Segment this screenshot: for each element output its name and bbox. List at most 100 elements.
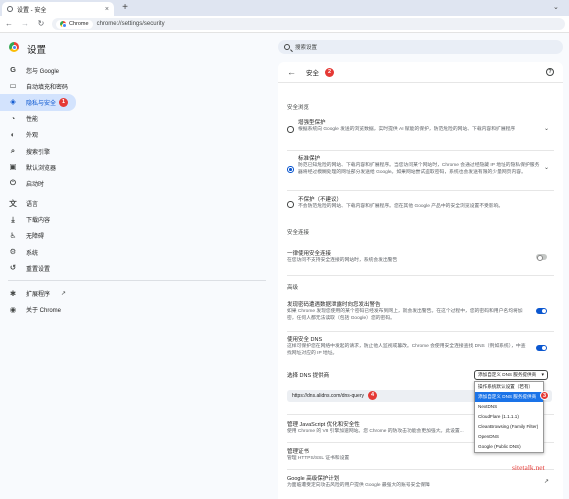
divider: [287, 331, 554, 332]
back-arrow-icon[interactable]: ←: [287, 67, 296, 77]
option-standard-protection[interactable]: 标准保护 防范已知危险的网站、下载内容和扩展程序。当您访问某个网站时，Chrom…: [278, 154, 563, 186]
security-settings-card: ← 安全 2 ? 安全浏览 增强型保护 根据系统向 Google 发送的浏览数据…: [278, 62, 563, 499]
sidebar-item-privacy-security[interactable]: ◈ 隐私与安全 1: [0, 94, 76, 111]
card-title: 安全: [306, 70, 319, 77]
translate-icon: 文: [9, 198, 17, 208]
sidebar-item-label: 搜索引擎: [26, 149, 51, 156]
reload-icon[interactable]: ↻: [36, 19, 46, 29]
tab-title: 设置 - 安全: [17, 7, 47, 14]
dns-option-cloudflare[interactable]: CloudFlare (1.1.1.1): [475, 412, 543, 422]
sidebar-item-label: 无障碍: [26, 234, 45, 241]
sidebar-item-appearance[interactable]: ◐ 外观: [0, 127, 76, 143]
dns-option-opendns[interactable]: OpenDNS: [475, 432, 543, 442]
dns-option-custom[interactable]: 添加自定义 DNS 服务提供商: [475, 392, 543, 402]
speedometer-icon: ◔: [10, 113, 16, 123]
sidebar-item-label: 性能: [26, 117, 39, 124]
secure-dns-title: 使用安全 DNS: [287, 337, 323, 343]
search-placeholder: 搜索设置: [295, 45, 318, 51]
sidebar-item-default-browser[interactable]: ▣ 默认浏览器: [0, 159, 76, 175]
sidebar-item-languages[interactable]: 文 语言: [0, 196, 76, 212]
password-leak-toggle[interactable]: [536, 308, 547, 314]
advanced-protection-desc: 为面临遭受定向攻击风险的用户提供 Google 最强大的账号安全保障: [287, 483, 430, 488]
sidebar-item-you-and-google[interactable]: G 您与 Google: [0, 62, 76, 78]
help-icon[interactable]: ?: [546, 68, 554, 76]
sidebar-item-about-chrome[interactable]: ◉ 关于 Chrome: [0, 302, 76, 318]
site-chip[interactable]: Chrome: [56, 19, 93, 29]
sidebar-item-downloads[interactable]: ⤓ 下载内容: [0, 212, 76, 228]
divider: [287, 150, 554, 151]
setting-always-secure[interactable]: 一律使用安全连接 在您访问不支持安全连接的网站时，系统会发出警告: [278, 249, 563, 267]
tab-settings-security[interactable]: 设置 - 安全 ×: [2, 2, 114, 16]
address-bar[interactable]: Chrome chrome://settings/security: [52, 18, 565, 30]
section-safe-browsing: 安全浏览: [287, 105, 310, 111]
external-link-icon: ↗: [61, 291, 67, 298]
certificates-desc: 管理 HTTPS/SSL 证书和设置: [287, 456, 350, 461]
browser-toolbar: ← → ↻ Chrome chrome://settings/security: [0, 16, 569, 33]
divider: [287, 275, 554, 276]
new-tab-button[interactable]: +: [119, 2, 131, 14]
sidebar-item-reset[interactable]: ↺ 重置设置: [0, 260, 76, 276]
annotation-badge-4: 4: [368, 391, 377, 400]
setting-secure-dns[interactable]: 使用安全 DNS 这样可保护您在网络中发起的请求，防止他人监视或篡改。Chrom…: [278, 335, 563, 361]
dns-option-google[interactable]: Google (Public DNS): [475, 442, 543, 452]
none-title: 不保护（不建议）: [298, 197, 343, 203]
dns-provider-select[interactable]: 添加自定义 DNS 服务提供商 ▾: [474, 370, 548, 380]
sidebar-item-label: 语言: [26, 202, 39, 209]
chrome-icon: ◉: [9, 304, 17, 314]
reset-icon: ↺: [9, 263, 17, 273]
puzzle-icon: ✱: [9, 288, 17, 298]
dns-option-cleanbrowsing[interactable]: CleanBrowsing (Family Filter): [475, 422, 543, 432]
setting-advanced-protection[interactable]: Google 高级保护计划 为面临遭受定向攻击风险的用户提供 Google 最强…: [278, 474, 563, 492]
wrench-icon: ⚙: [9, 247, 17, 257]
chevron-down-icon: ▾: [541, 372, 544, 378]
annotation-badge-1: 1: [59, 97, 68, 107]
accessibility-icon: ♿: [9, 230, 17, 240]
advanced-protection-title: Google 高级保护计划: [287, 476, 340, 482]
secure-dns-toggle[interactable]: [536, 345, 547, 351]
page-title: 设置: [27, 45, 47, 56]
section-secure-connections: 安全连接: [287, 230, 310, 236]
power-icon: ⏻: [10, 178, 16, 188]
sidebar: G 您与 Google ▭ 自动填充和密码 ◈ 隐私与安全 1 ◔ 性能 ◐ 外…: [0, 62, 270, 318]
url-text[interactable]: chrome://settings/security: [97, 21, 165, 27]
chevron-down-icon[interactable]: ⌄: [553, 3, 559, 11]
sidebar-item-extensions[interactable]: ✱ 扩展程序 ↗: [0, 285, 76, 301]
secure-dns-desc: 这样可保护您在网络中发起的请求，防止他人监视或篡改。Chrome 会使用安全连接…: [287, 344, 526, 356]
option-enhanced-protection[interactable]: 增强型保护 根据系统向 Google 发送的浏览数据，实时提供 AI 赋能的保护…: [278, 118, 563, 142]
back-icon[interactable]: ←: [4, 19, 14, 29]
dns-provider-dropdown: 操作系统默认设置（若有） 添加自定义 DNS 服务提供商 NextDNS Clo…: [474, 381, 544, 453]
search-input[interactable]: 搜索设置: [278, 40, 563, 54]
standard-desc: 防范已知危险的网站、下载内容和扩展程序。当您访问某个网站时，Chrome 会通过…: [298, 163, 540, 175]
sidebar-item-autofill[interactable]: ▭ 自动填充和密码: [0, 78, 76, 94]
sidebar-item-search-engine[interactable]: ⌕ 搜索引擎: [0, 143, 76, 159]
radio-no-protection[interactable]: [287, 201, 294, 208]
option-no-protection[interactable]: 不保护（不建议） 不会防范危险的网站、下载内容和扩展程序。您在其他 Google…: [278, 195, 563, 215]
sidebar-item-on-startup[interactable]: ⏻ 启动时: [0, 175, 76, 191]
dns-option-os-default[interactable]: 操作系统默认设置（若有）: [475, 382, 543, 392]
https-first-toggle[interactable]: [536, 254, 547, 261]
custom-dns-value: https://dns.alidns.com/dns-query: [292, 393, 364, 399]
sidebar-item-performance[interactable]: ◔ 性能: [0, 111, 76, 127]
dns-provider-label: 选择 DNS 提供商: [287, 373, 330, 379]
none-desc: 不会防范危险的网站、下载内容和扩展程序。您在其他 Google 产品中的安全浏览…: [298, 204, 504, 209]
sidebar-item-label: 启动时: [26, 181, 45, 188]
watermark: sitetalk.net: [512, 463, 545, 472]
sidebar-item-system[interactable]: ⚙ 系统: [0, 244, 76, 260]
sidebar-item-accessibility[interactable]: ♿ 无障碍: [0, 228, 76, 244]
sidebar-item-label: 关于 Chrome: [26, 308, 62, 315]
setting-password-leak[interactable]: 发现密码遭遇数据泄露时向您发出警告 如果 Chrome 发现您使用的某个密码已经…: [278, 300, 563, 326]
chevron-down-icon[interactable]: ⌄: [544, 164, 549, 171]
search-icon: [284, 44, 290, 50]
chevron-down-icon[interactable]: ⌄: [544, 125, 549, 132]
sidebar-item-label: 扩展程序: [26, 292, 51, 299]
radio-enhanced[interactable]: [287, 126, 294, 133]
browser-icon: ▣: [9, 162, 17, 172]
external-link-icon[interactable]: ↗: [544, 478, 549, 485]
forward-icon[interactable]: →: [20, 19, 30, 29]
password-leak-desc: 如果 Chrome 发现您使用的某个密码已经发布到网上，就会发出警告。在这个过程…: [287, 309, 523, 321]
radio-standard[interactable]: [287, 166, 294, 173]
tab-strip: 设置 - 安全 × + ⌄: [0, 0, 569, 16]
gear-icon: [7, 6, 13, 12]
dns-option-nextdns[interactable]: NextDNS: [475, 402, 543, 412]
close-icon[interactable]: ×: [105, 6, 109, 13]
